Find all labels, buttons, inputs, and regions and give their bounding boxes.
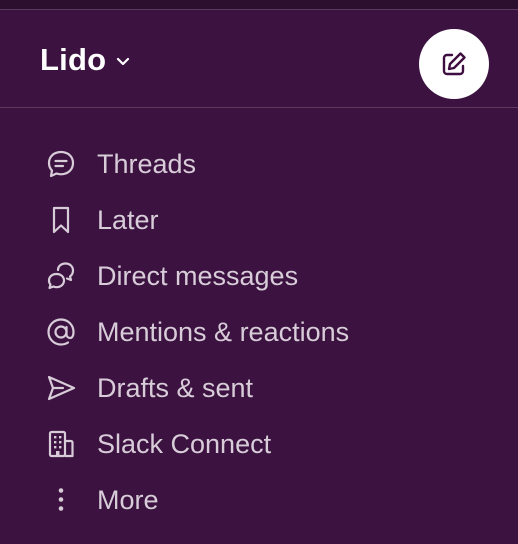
sidebar-item-more[interactable]: More bbox=[0, 472, 518, 528]
send-icon bbox=[44, 372, 78, 404]
sidebar-item-label: Drafts & sent bbox=[97, 373, 254, 403]
workspace-header: Lido bbox=[0, 10, 518, 108]
building-icon bbox=[44, 428, 78, 460]
sidebar-item-label: Slack Connect bbox=[97, 429, 272, 459]
sidebar-item-slack-connect[interactable]: Slack Connect bbox=[0, 416, 518, 472]
sidebar-nav: Threads Later Direct messages Mentions &… bbox=[0, 136, 518, 528]
workspace-switcher[interactable]: Lido bbox=[40, 40, 132, 80]
sidebar-item-label: Threads bbox=[97, 149, 197, 179]
compose-icon bbox=[438, 48, 470, 80]
threads-icon bbox=[44, 148, 78, 180]
sidebar-item-later[interactable]: Later bbox=[0, 192, 518, 248]
sidebar-item-label: Later bbox=[97, 205, 159, 235]
top-bar bbox=[0, 0, 518, 10]
sidebar: Lido Threads Later Direct messages Menti… bbox=[0, 0, 518, 544]
sidebar-item-label: More bbox=[97, 485, 159, 515]
sidebar-item-mentions-reactions[interactable]: Mentions & reactions bbox=[0, 304, 518, 360]
bookmark-icon bbox=[44, 204, 78, 236]
chevron-down-icon bbox=[114, 52, 132, 70]
sidebar-item-label: Mentions & reactions bbox=[97, 317, 350, 347]
sidebar-item-direct-messages[interactable]: Direct messages bbox=[0, 248, 518, 304]
compose-button[interactable] bbox=[419, 29, 489, 99]
at-sign-icon bbox=[44, 316, 78, 348]
sidebar-item-drafts-sent[interactable]: Drafts & sent bbox=[0, 360, 518, 416]
more-vertical-icon bbox=[44, 484, 78, 516]
workspace-name: Lido bbox=[40, 42, 107, 77]
sidebar-item-threads[interactable]: Threads bbox=[0, 136, 518, 192]
sidebar-item-label: Direct messages bbox=[97, 261, 299, 291]
direct-messages-icon bbox=[44, 260, 78, 292]
